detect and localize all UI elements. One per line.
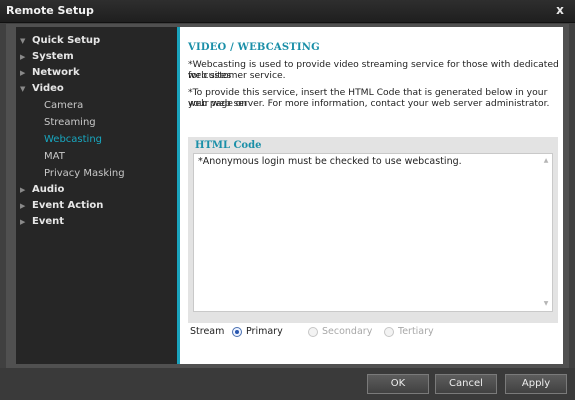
stream-label: Stream <box>190 326 225 337</box>
window-title: Remote Setup <box>6 4 94 17</box>
tree-item-event[interactable]: ▶ Event <box>16 214 181 230</box>
remote-setup-window: Remote Setup x ▼ Quick Setup ▶ System ▶ Net… <box>0 0 575 400</box>
description-line: for customer service. <box>188 70 286 81</box>
stream-radio-secondary[interactable]: Secondary <box>308 325 372 339</box>
html-code-section: HTML Code *Anonymous login must be check… <box>188 137 558 323</box>
tree-item-label: Quick Setup <box>32 35 101 46</box>
stream-selector: Stream Primary Secondary Tertiary <box>190 324 550 340</box>
ok-button[interactable]: OK <box>367 374 429 394</box>
tree-item-system[interactable]: ▶ System <box>16 49 181 65</box>
html-code-label: HTML Code <box>195 140 262 151</box>
tree-item-label: Event Action <box>32 200 104 211</box>
scroll-up-icon[interactable]: ▲ <box>543 157 549 164</box>
tree-item-label: System <box>32 51 74 62</box>
collapsed-arrow-icon: ▶ <box>20 69 26 77</box>
stream-radio-primary[interactable]: Primary <box>232 325 283 339</box>
tree-item-label: Network <box>32 67 80 78</box>
radio-label: Primary <box>246 326 283 337</box>
tree-item-quick-setup[interactable]: ▼ Quick Setup <box>16 33 181 49</box>
close-icon[interactable]: x <box>553 3 567 17</box>
collapsed-arrow-icon: ▶ <box>20 218 26 226</box>
dialog-footer: OK Cancel Apply <box>0 368 575 400</box>
cancel-button[interactable]: Cancel <box>435 374 497 394</box>
title-bar: Remote Setup x <box>0 0 575 23</box>
tree-item-event-action[interactable]: ▶ Event Action <box>16 198 181 214</box>
description-line: your web server. For more information, c… <box>188 98 550 109</box>
radio-unselected-icon <box>384 326 394 337</box>
settings-panel: VIDEO / WEBCASTING *Webcasting is used t… <box>180 27 563 364</box>
collapsed-arrow-icon: ▶ <box>20 202 26 210</box>
settings-tree: ▼ Quick Setup ▶ System ▶ Network ▼ Video Cam… <box>16 27 177 364</box>
vertical-scrollbar[interactable]: ▲ ▼ <box>540 154 552 311</box>
expanded-arrow-icon: ▼ <box>20 37 26 45</box>
radio-unselected-icon <box>308 326 318 337</box>
tree-item-label: Video <box>32 83 64 94</box>
tree-item-label: Event <box>32 216 65 227</box>
html-code-text: *Anonymous login must be checked to use … <box>198 156 462 167</box>
html-code-textarea[interactable]: *Anonymous login must be checked to use … <box>193 153 553 312</box>
radio-label: Tertiary <box>398 326 434 337</box>
page-title: VIDEO / WEBCASTING <box>188 42 320 53</box>
tree-item-video[interactable]: ▼ Video <box>16 81 181 97</box>
apply-button[interactable]: Apply <box>505 374 567 394</box>
tree-item-label: Audio <box>32 184 65 195</box>
radio-label: Secondary <box>322 326 373 337</box>
content-frame: ▼ Quick Setup ▶ System ▶ Network ▼ Video Cam… <box>6 24 569 368</box>
collapsed-arrow-icon: ▶ <box>20 186 26 194</box>
tree-item-network[interactable]: ▶ Network <box>16 65 181 81</box>
radio-selected-icon <box>232 326 242 337</box>
stream-radio-tertiary[interactable]: Tertiary <box>384 325 434 339</box>
collapsed-arrow-icon: ▶ <box>20 53 26 61</box>
expanded-arrow-icon: ▼ <box>20 85 26 93</box>
tree-item-audio[interactable]: ▶ Audio <box>16 182 181 198</box>
scroll-down-icon[interactable]: ▼ <box>543 300 549 307</box>
